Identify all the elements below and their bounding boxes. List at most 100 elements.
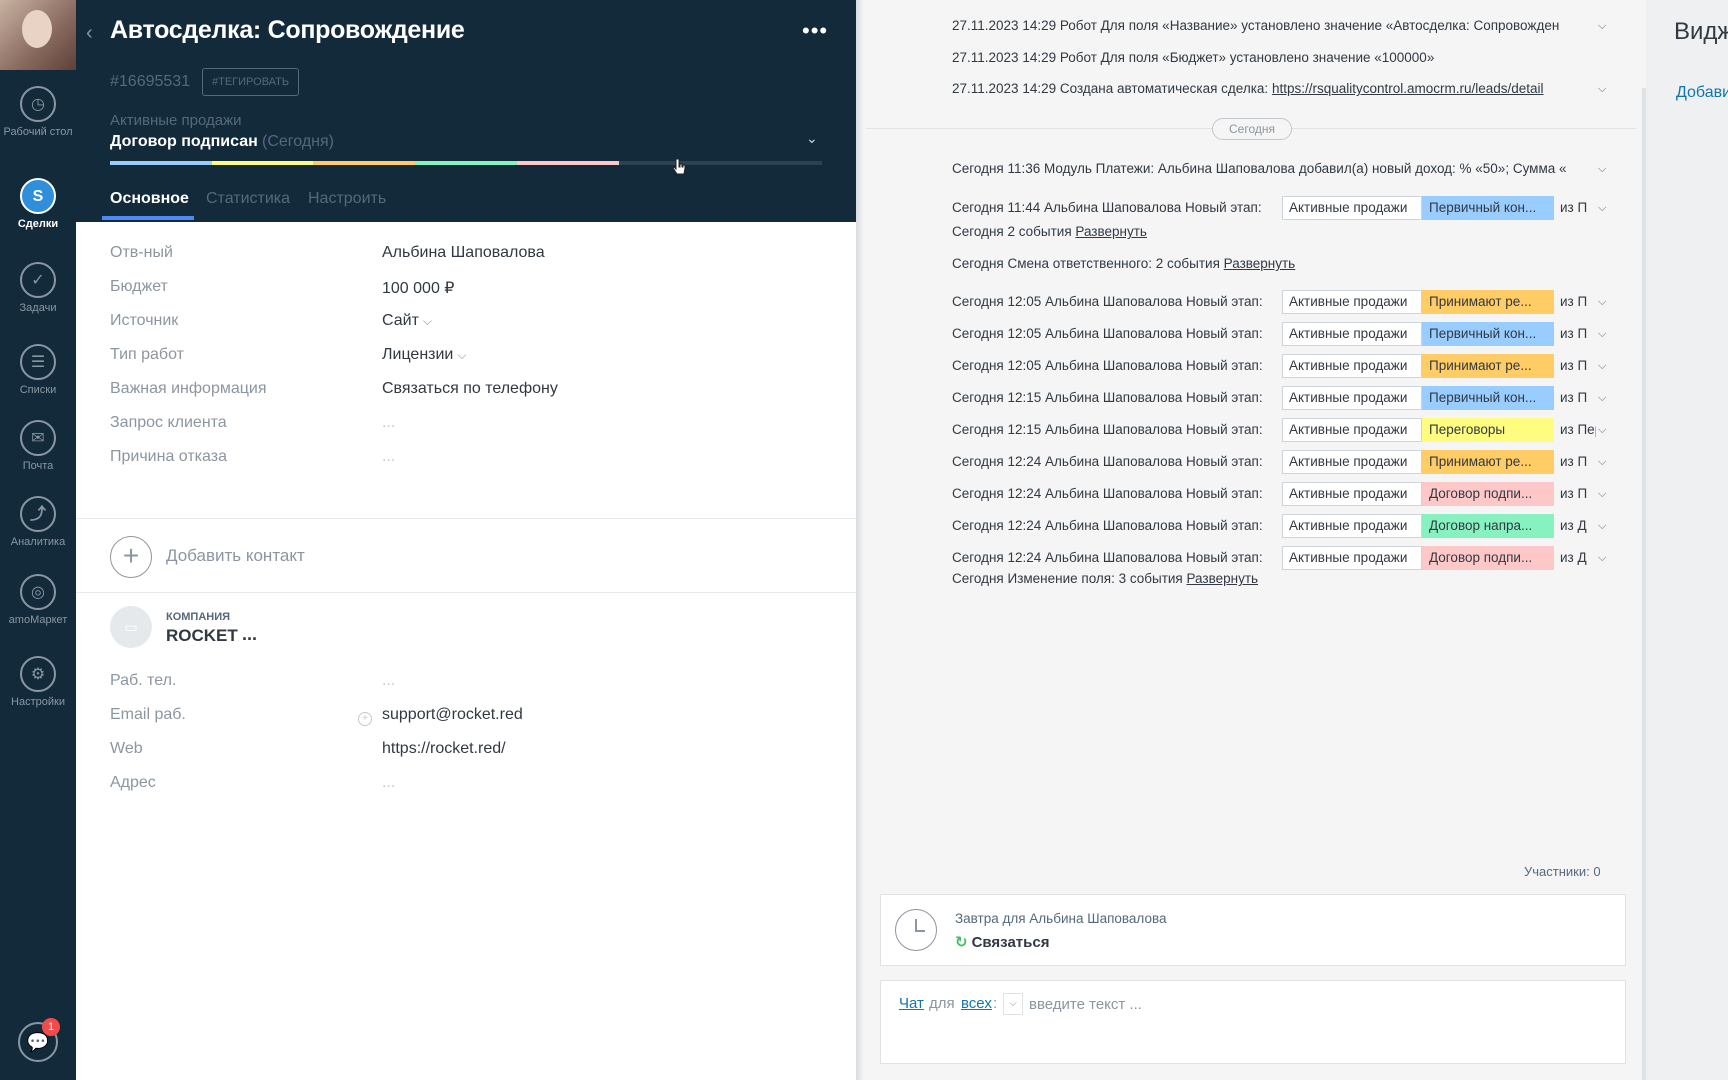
- from-stage-text: из П: [1560, 486, 1588, 501]
- deal-title[interactable]: Автосделка: Сопровождение: [110, 16, 465, 45]
- feed-entry-text: 27.11.2023 14:29 Робот Для поля «Бюджет»…: [952, 50, 1435, 65]
- feed-entry-field-change: Сегодня Изменение поля: 3 события Развер…: [952, 571, 1592, 586]
- feed-entry-income: Сегодня 11:36 Модуль Платежи: Альбина Ша…: [952, 161, 1567, 176]
- company-name[interactable]: ROCKET: [166, 626, 238, 646]
- lists-icon: ☰: [20, 344, 56, 380]
- progress-segment[interactable]: [313, 161, 416, 165]
- participants-count[interactable]: Участники: 0: [1524, 864, 1601, 879]
- progress-segment[interactable]: [516, 161, 619, 165]
- field-value-responsible[interactable]: Альбина Шаповалова: [382, 244, 545, 262]
- field-value-web[interactable]: https://rocket.red/: [382, 740, 506, 758]
- old-stage-pill: Активные продажи: [1282, 546, 1422, 570]
- new-stage-pill: Принимают ре...: [1422, 354, 1554, 378]
- chevron-down-icon[interactable]: ⌵: [1598, 296, 1606, 309]
- stage-select[interactable]: Договор подписан: [110, 133, 258, 151]
- chat-input[interactable]: [1029, 991, 1589, 1017]
- from-stage-text: из Д: [1560, 550, 1587, 565]
- field-label-work-phone: Раб. тел.: [110, 672, 177, 689]
- task-when: Завтра для Альбина Шаповалова: [955, 911, 1167, 926]
- chevron-down-icon[interactable]: ⌵: [1598, 360, 1606, 373]
- field-value-refusal-reason[interactable]: ...: [382, 448, 395, 466]
- chevron-down-icon[interactable]: ⌵: [1003, 993, 1023, 1015]
- field-value-work-type[interactable]: Лицензии ⌵: [382, 346, 466, 364]
- from-stage-text: из П: [1560, 358, 1588, 373]
- progress-segment[interactable]: [110, 161, 212, 165]
- chevron-down-icon[interactable]: ⌵: [1598, 163, 1606, 176]
- nav-item-deals[interactable]: S Сделки: [0, 178, 76, 231]
- field-value-work-phone[interactable]: ...: [382, 672, 395, 690]
- nav-item-market[interactable]: ◎ amoМаркет: [0, 574, 76, 627]
- feed-entry: 27.11.2023 14:29 Робот Для поля «Бюджет»…: [952, 50, 1592, 65]
- chevron-down-icon[interactable]: ⌵: [1598, 328, 1606, 341]
- old-stage-pill: Активные продажи: [1282, 290, 1422, 314]
- field-value-budget[interactable]: 100 000 ₽: [382, 278, 454, 298]
- expand-link[interactable]: Развернуть: [1187, 571, 1259, 586]
- task-action-label: Связаться: [971, 934, 1050, 951]
- back-icon[interactable]: ‹: [86, 22, 93, 45]
- add-widget-link[interactable]: Добавить: [1676, 84, 1728, 102]
- nav-item-settings[interactable]: ⚙ Настройки: [0, 656, 76, 709]
- progress-segment[interactable]: [618, 161, 721, 165]
- chevron-down-icon[interactable]: ⌵: [1598, 520, 1606, 533]
- feed-entry-stage-change: Сегодня 12:24 Альбина Шаповалова Новый э…: [952, 486, 1263, 501]
- nav-item-tasks[interactable]: ✓ Задачи: [0, 262, 76, 315]
- feed-entry-text: 27.11.2023 14:29 Создана автоматическая …: [952, 81, 1272, 96]
- from-stage-text: из Первич: [1560, 422, 1596, 437]
- field-label-responsible: Отв-ный: [110, 244, 173, 261]
- field-label-source: Источник: [110, 312, 179, 329]
- expand-link[interactable]: Развернуть: [1224, 256, 1296, 271]
- more-options-icon[interactable]: •••: [802, 18, 828, 44]
- nav-item-label: Рабочий стол: [3, 126, 73, 138]
- chevron-down-icon[interactable]: ⌄: [806, 130, 818, 147]
- field-value-client-request[interactable]: ...: [382, 414, 395, 432]
- progress-segment[interactable]: [720, 161, 823, 165]
- chevron-down-icon[interactable]: ⌵: [1598, 424, 1606, 437]
- old-stage-pill: Активные продажи: [1282, 450, 1422, 474]
- nav-item-label: amoМаркет: [8, 614, 68, 626]
- feed-entry-stage-change: Сегодня 12:05 Альбина Шаповалова Новый э…: [952, 358, 1263, 373]
- progress-segment[interactable]: [415, 161, 517, 165]
- chevron-down-icon[interactable]: ⌵: [1598, 552, 1606, 565]
- chevron-down-icon[interactable]: ⌵: [1598, 392, 1606, 405]
- chat-recipients-link[interactable]: всех: [961, 995, 992, 1012]
- tag-button[interactable]: #ТЕГИРОВАТЬ: [202, 68, 300, 96]
- chevron-down-icon[interactable]: ⌵: [1598, 20, 1606, 33]
- field-value-work-email[interactable]: support@rocket.red: [382, 706, 523, 724]
- field-label-work-type: Тип работ: [110, 346, 184, 363]
- chat-button[interactable]: 💬 1: [18, 1018, 60, 1062]
- nav-item-lists[interactable]: ☰ Списки: [0, 344, 76, 397]
- chevron-down-icon[interactable]: ⌵: [1598, 488, 1606, 501]
- nav-item-dashboard[interactable]: ◷ Рабочий стол: [0, 86, 76, 139]
- company-more-button[interactable]: ...: [242, 624, 257, 645]
- add-contact-plus-icon[interactable]: +: [110, 536, 152, 578]
- user-avatar[interactable]: [0, 0, 76, 70]
- chevron-down-icon[interactable]: ⌵: [1598, 202, 1606, 215]
- chevron-down-icon[interactable]: ⌵: [1598, 83, 1606, 96]
- chevron-down-icon[interactable]: ⌵: [1598, 456, 1606, 469]
- nav-item-mail[interactable]: ✉ Почта: [0, 420, 76, 473]
- chevron-down-icon: ⌵: [457, 348, 467, 362]
- lead-link[interactable]: https://rsqualitycontrol.amocrm.ru/leads…: [1272, 81, 1544, 96]
- chat-type-link[interactable]: Чат: [899, 995, 924, 1012]
- clock-icon: [895, 909, 937, 951]
- task-card[interactable]: Завтра для Альбина Шаповалова ↻ Связаться: [880, 894, 1626, 966]
- tab-statistics[interactable]: Статистика: [206, 190, 290, 208]
- feed-entry-stage-change: Сегодня 12:24 Альбина Шаповалова Новый э…: [952, 518, 1263, 533]
- stage-when: (Сегодня): [262, 133, 334, 150]
- tab-main[interactable]: Основное: [110, 190, 189, 208]
- market-icon: ◎: [20, 574, 56, 610]
- progress-segment[interactable]: [211, 161, 314, 165]
- stage-progress-bar[interactable]: [110, 161, 823, 165]
- feed-entry-text: Сегодня Смена ответственного: 2 события: [952, 256, 1224, 271]
- plus-icon[interactable]: +: [358, 712, 372, 726]
- field-value-important-info[interactable]: Связаться по телефону: [382, 380, 558, 398]
- nav-item-analytics[interactable]: ⤴ Аналитика: [0, 496, 76, 549]
- tab-configure[interactable]: Настроить: [308, 190, 386, 208]
- work-type-value: Лицензии: [382, 346, 454, 363]
- expand-link[interactable]: Развернуть: [1075, 224, 1147, 239]
- task-action[interactable]: ↻ Связаться: [955, 933, 1049, 951]
- field-value-address[interactable]: ...: [382, 774, 395, 792]
- field-value-source[interactable]: Сайт ⌵: [382, 312, 432, 330]
- divider: [76, 592, 856, 593]
- add-contact-button[interactable]: Добавить контакт: [166, 546, 305, 566]
